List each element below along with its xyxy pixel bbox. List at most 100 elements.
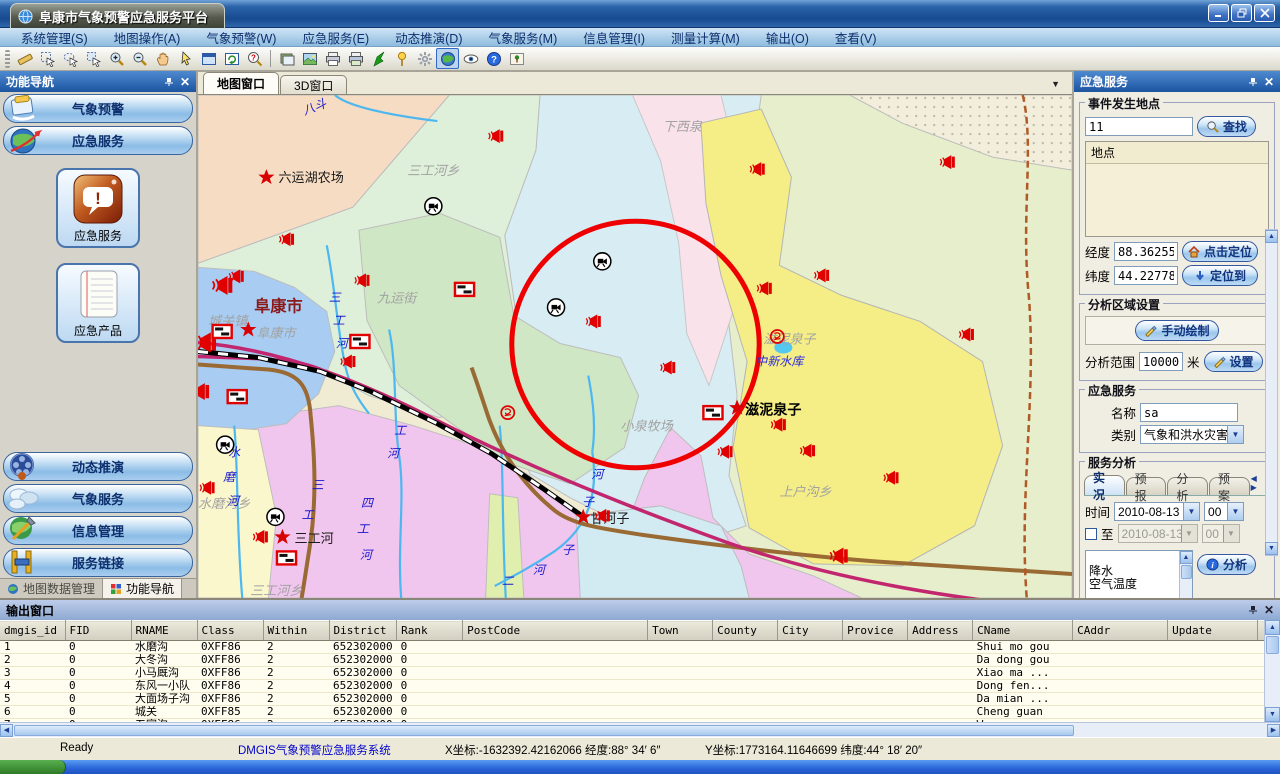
- table-row[interactable]: 20大冬沟0XFF8626523020000Da dong gou: [0, 654, 1264, 667]
- identify-icon[interactable]: ?: [243, 48, 266, 69]
- menu-item-1[interactable]: 地图操作(A): [101, 28, 194, 47]
- scroll-right-icon[interactable]: ▶: [1267, 724, 1280, 737]
- analysis-tab-预报[interactable]: 预报: [1126, 477, 1167, 495]
- to-hour-select[interactable]: 00▼: [1202, 524, 1240, 543]
- column-header-Town[interactable]: Town: [648, 621, 713, 641]
- set-range-button[interactable]: 设置: [1204, 351, 1263, 372]
- tab-function-navigation[interactable]: 功能导航: [103, 579, 182, 598]
- emergency-product-shortcut[interactable]: 应急产品: [56, 263, 140, 343]
- manual-draw-button[interactable]: 手动绘制: [1135, 320, 1218, 341]
- time-hour-select[interactable]: 00▼: [1204, 502, 1244, 521]
- find-button[interactable]: 查找: [1197, 116, 1256, 137]
- print-map-icon[interactable]: [344, 48, 367, 69]
- sidebar-group-emergency-service[interactable]: 应急服务: [3, 126, 193, 155]
- camera-marker-icon[interactable]: [217, 436, 234, 453]
- time-date-select[interactable]: 2010-08-13▼: [1114, 502, 1200, 521]
- column-header-County[interactable]: County: [713, 621, 778, 641]
- select-pointer-icon[interactable]: [82, 48, 105, 69]
- column-header-CName[interactable]: CName: [973, 621, 1073, 641]
- table-row[interactable]: 50大面场子沟0XFF8626523020000Da mian ...: [0, 693, 1264, 706]
- sidebar-group-dynamic-deduction[interactable]: 动态推演: [3, 452, 193, 481]
- print-icon[interactable]: [321, 48, 344, 69]
- layers-icon[interactable]: [275, 48, 298, 69]
- scroll-down-icon[interactable]: ▼: [1265, 707, 1280, 722]
- menu-item-3[interactable]: 应急服务(E): [289, 28, 382, 47]
- column-header-CAddr[interactable]: CAddr: [1073, 621, 1168, 641]
- longitude-input[interactable]: [1114, 242, 1178, 261]
- close-output-icon[interactable]: ✕: [1264, 604, 1274, 616]
- column-header-Rank[interactable]: Rank: [397, 621, 463, 641]
- column-header-District[interactable]: District: [329, 621, 397, 641]
- table-row[interactable]: 60城关0XFF8526523020000Cheng guan: [0, 706, 1264, 719]
- flag-marker-icon[interactable]: [350, 335, 369, 348]
- column-header-City[interactable]: City: [778, 621, 843, 641]
- flag-marker-icon[interactable]: [213, 325, 232, 338]
- menu-item-2[interactable]: 气象预警(W): [193, 28, 289, 47]
- flag-marker-icon[interactable]: [703, 406, 722, 419]
- camera-marker-icon[interactable]: [594, 253, 611, 270]
- analysis-range-input[interactable]: [1139, 352, 1183, 371]
- column-header-PostCode[interactable]: PostCode: [463, 621, 648, 641]
- listbox-scrollbar[interactable]: ▲: [1179, 551, 1192, 598]
- column-header-RNAME[interactable]: RNAME: [131, 621, 197, 641]
- column-header-FID[interactable]: FID: [65, 621, 131, 641]
- full-extent-icon[interactable]: [197, 48, 220, 69]
- service-name-input[interactable]: [1140, 403, 1238, 422]
- panel-scrollbar[interactable]: ▲ ▼: [1265, 229, 1278, 556]
- menu-item-7[interactable]: 测量计算(M): [658, 28, 753, 47]
- menu-item-5[interactable]: 气象服务(M): [476, 28, 571, 47]
- emergency-service-shortcut[interactable]: ! 应急服务: [56, 168, 140, 248]
- zoom-in-icon[interactable]: [105, 48, 128, 69]
- column-header-Class[interactable]: Class: [197, 621, 263, 641]
- element-listbox[interactable]: ▲ 降水空气温度: [1085, 550, 1193, 598]
- analyze-button[interactable]: i 分析: [1197, 554, 1256, 575]
- location-list-header[interactable]: 地点: [1086, 142, 1268, 164]
- table-row[interactable]: 40东风一小队0XFF8626523020000Dong fen...: [0, 680, 1264, 693]
- category-select[interactable]: 气象和洪水灾害 ▼: [1140, 425, 1244, 444]
- start-button-fragment[interactable]: [0, 760, 66, 774]
- tab-3d-view[interactable]: 3D窗口: [280, 75, 347, 94]
- close-panel-icon[interactable]: ✕: [1264, 76, 1274, 88]
- sidebar-group-service-links[interactable]: 服务链接: [3, 548, 193, 577]
- ruler-icon[interactable]: [13, 48, 36, 69]
- sidebar-group-weather-service[interactable]: 气象服务: [3, 484, 193, 513]
- close-panel-icon[interactable]: ✕: [180, 76, 190, 88]
- camera-marker-icon[interactable]: [425, 198, 442, 215]
- table-row[interactable]: 30小马厩沟0XFF8626523020000Xiao ma ...: [0, 667, 1264, 680]
- os-taskbar[interactable]: [0, 760, 1280, 774]
- minimize-button[interactable]: [1208, 4, 1229, 22]
- export-map-icon[interactable]: [298, 48, 321, 69]
- location-search-input[interactable]: [1085, 117, 1193, 136]
- menu-item-0[interactable]: 系统管理(S): [8, 28, 101, 47]
- analysis-tab-实况[interactable]: 实况: [1084, 475, 1125, 495]
- to-time-checkbox[interactable]: [1085, 528, 1097, 540]
- toolbar-grip[interactable]: [5, 50, 10, 68]
- flag-marker-icon[interactable]: [277, 551, 296, 564]
- column-header-Provice[interactable]: Provice: [843, 621, 908, 641]
- tab-list-dropdown-icon[interactable]: ▼: [1051, 79, 1060, 89]
- close-button[interactable]: [1254, 4, 1275, 22]
- scroll-up-icon[interactable]: ▲: [1180, 551, 1193, 564]
- zoom-out-icon[interactable]: [128, 48, 151, 69]
- go-arrow-icon[interactable]: [367, 48, 390, 69]
- flag-marker-icon[interactable]: [228, 390, 247, 403]
- menu-item-9[interactable]: 查看(V): [822, 28, 890, 47]
- menu-item-6[interactable]: 信息管理(I): [570, 28, 658, 47]
- map-canvas[interactable]: 六运湖农场三工河乡下西泉九运街阜康市城关镇阜康市滋泥泉子中新水库滋泥泉子小泉牧场…: [198, 95, 1072, 598]
- locate-to-button[interactable]: 定位到: [1182, 265, 1258, 286]
- scroll-up-icon[interactable]: ▲: [1265, 230, 1278, 243]
- column-header-dmgis_id[interactable]: dmgis_id: [0, 621, 65, 641]
- pin-icon[interactable]: [1248, 77, 1258, 87]
- visibility-eye-icon[interactable]: [459, 48, 482, 69]
- list-item[interactable]: 空气温度: [1089, 578, 1178, 591]
- map-services-globe-icon[interactable]: [436, 48, 459, 69]
- pin-icon[interactable]: [1248, 605, 1258, 615]
- tab-map-data-management[interactable]: 地图数据管理: [0, 579, 103, 598]
- camera-marker-icon[interactable]: [267, 508, 284, 525]
- column-header-Address[interactable]: Address: [908, 621, 973, 641]
- table-row[interactable]: 10水磨沟0XFF8626523020000Shui mo gou: [0, 641, 1264, 654]
- scroll-left-icon[interactable]: ◀: [0, 724, 13, 737]
- table-vertical-scrollbar[interactable]: ▲ ▼: [1264, 620, 1280, 722]
- locate-click-button[interactable]: 点击定位: [1182, 241, 1258, 262]
- to-date-select[interactable]: 2010-08-13▼: [1118, 524, 1198, 543]
